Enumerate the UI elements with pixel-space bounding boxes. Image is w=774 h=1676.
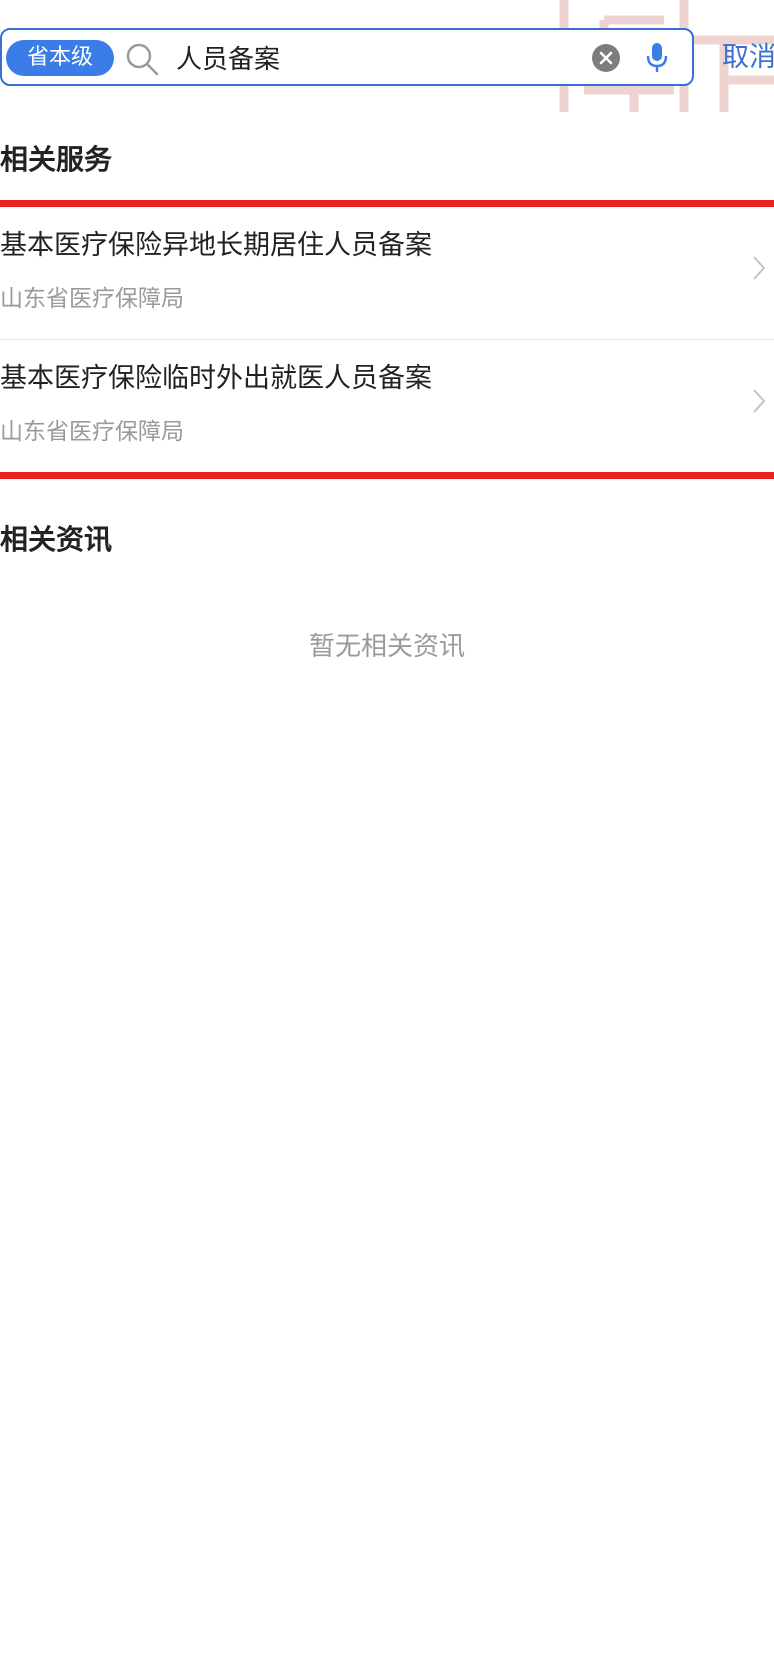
search-results-page: 省本级 人员备案 取消 相关服务 基本医疗保险异地长期居住人员备案 山东省医疗保… xyxy=(0,0,774,1676)
microphone-icon[interactable] xyxy=(643,41,671,75)
clear-icon[interactable] xyxy=(591,43,621,73)
service-item-agency: 山东省医疗保障局 xyxy=(0,419,184,445)
chevron-right-icon xyxy=(752,255,766,281)
highlight-border-top xyxy=(0,200,774,207)
service-item-agency: 山东省医疗保障局 xyxy=(0,286,184,312)
search-input[interactable] xyxy=(176,34,556,80)
chevron-right-icon xyxy=(752,388,766,414)
search-icon xyxy=(124,41,160,77)
search-bar: 省本级 人员备案 取消 xyxy=(0,28,774,90)
service-item-title: 基本医疗保险异地长期居住人员备案 xyxy=(0,230,432,261)
service-item[interactable]: 基本医疗保险异地长期居住人员备案 山东省医疗保障局 xyxy=(0,207,774,340)
cancel-button[interactable]: 取消 xyxy=(722,36,774,80)
news-section-title: 相关资讯 xyxy=(0,523,113,556)
services-section-title: 相关服务 xyxy=(0,143,113,176)
service-list: 基本医疗保险异地长期居住人员备案 山东省医疗保障局 基本医疗保险临时外出就医人员… xyxy=(0,207,774,472)
search-box: 省本级 xyxy=(0,28,694,86)
service-item-title: 基本医疗保险临时外出就医人员备案 xyxy=(0,363,432,394)
service-item[interactable]: 基本医疗保险临时外出就医人员备案 山东省医疗保障局 xyxy=(0,340,774,472)
scope-selector-button[interactable]: 省本级 xyxy=(6,40,114,76)
highlight-border-bottom xyxy=(0,472,774,479)
empty-state-text: 暂无相关资讯 xyxy=(308,632,465,662)
